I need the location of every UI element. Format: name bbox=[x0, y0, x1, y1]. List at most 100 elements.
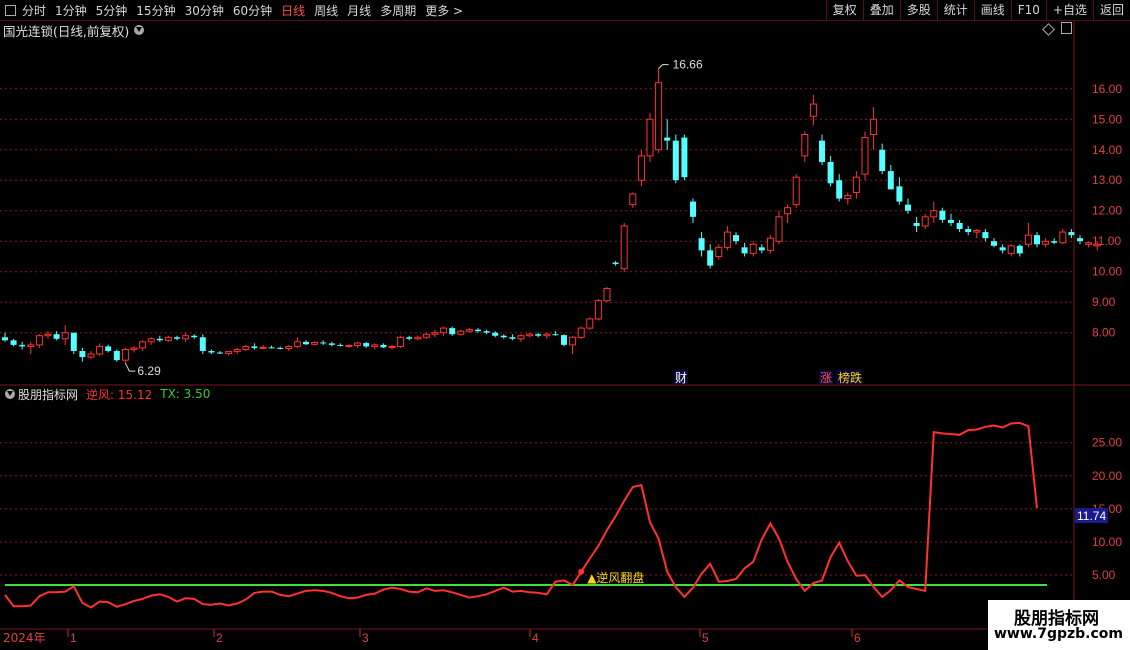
candle-body-down bbox=[552, 334, 559, 336]
watermark: 股朋指标网 www.7gpzb.com bbox=[988, 600, 1130, 650]
candle-body-up bbox=[121, 348, 129, 361]
candle-body-up bbox=[973, 230, 981, 233]
candle-body-up bbox=[1007, 245, 1015, 254]
candle-body-up bbox=[87, 353, 95, 358]
candle-body-up bbox=[749, 243, 757, 254]
signal-label: ▲逆风翻盘 bbox=[587, 570, 644, 585]
candle-body-up bbox=[930, 210, 938, 218]
candle-body-down bbox=[475, 329, 481, 332]
candle-body-down bbox=[741, 247, 748, 254]
candle-body-down bbox=[836, 180, 843, 199]
candle-body-down bbox=[664, 137, 671, 141]
month-label: 2 bbox=[216, 631, 223, 645]
candle-body-down bbox=[156, 338, 163, 341]
tag-bangdie: 榜跌 bbox=[838, 370, 862, 385]
max-price-label: 16.66 bbox=[673, 58, 703, 72]
candle-body-down bbox=[535, 334, 542, 336]
candle-body-up bbox=[1059, 231, 1067, 244]
candle-body-up bbox=[921, 216, 929, 227]
candle-body-up bbox=[44, 333, 52, 337]
month-label: 3 bbox=[362, 631, 369, 645]
candle-body-down bbox=[79, 350, 86, 358]
candle-body-up bbox=[637, 155, 645, 181]
candle-body-down bbox=[1068, 232, 1075, 236]
candle-body-up bbox=[371, 344, 379, 347]
candle-body-down bbox=[277, 347, 284, 349]
min-price-label: 6.29 bbox=[137, 364, 161, 378]
candle-body-up bbox=[465, 329, 473, 332]
price-tick-label: 13.00 bbox=[1092, 173, 1122, 187]
candle-body-up bbox=[577, 327, 585, 338]
candle-body-down bbox=[492, 332, 499, 336]
candle-body-up bbox=[457, 330, 465, 335]
candle-body-down bbox=[612, 262, 619, 265]
candle-body-up bbox=[646, 118, 654, 157]
candle-body-up bbox=[182, 335, 190, 340]
candle-body-down bbox=[819, 140, 825, 162]
candle-body-down bbox=[1034, 235, 1040, 245]
candle-body-up bbox=[311, 341, 319, 345]
tag-zhang: 涨 bbox=[820, 370, 832, 385]
candle-body-up bbox=[784, 207, 792, 215]
candle-body-down bbox=[913, 222, 920, 226]
candle-body-up bbox=[233, 348, 241, 353]
candle-body-down bbox=[887, 171, 894, 190]
indicator-tick-label: 20.00 bbox=[1092, 469, 1122, 483]
candle-body-up bbox=[242, 345, 250, 350]
candle-body-down bbox=[380, 344, 387, 348]
candle-body-down bbox=[2, 337, 8, 341]
candle-body-down bbox=[896, 186, 903, 202]
candle-body-down bbox=[905, 204, 911, 211]
candle-body-up bbox=[27, 344, 35, 347]
candle-body-up bbox=[801, 134, 809, 157]
price-tick-label: 8.00 bbox=[1092, 326, 1116, 340]
candle-body-up bbox=[96, 345, 104, 355]
candle-body-up bbox=[139, 341, 147, 349]
candle-body-up bbox=[397, 336, 405, 347]
candle-body-up bbox=[414, 336, 422, 340]
month-label: 5 bbox=[702, 631, 709, 645]
price-tick-label: 12.00 bbox=[1092, 204, 1122, 218]
candle-body-down bbox=[758, 247, 765, 251]
year-label: 2024年 bbox=[3, 631, 46, 645]
candle-body-up bbox=[388, 345, 396, 348]
candle-body-up bbox=[586, 318, 594, 329]
candle-body-up bbox=[1024, 234, 1032, 245]
candle-body-down bbox=[939, 210, 946, 220]
candle-body-up bbox=[861, 137, 869, 175]
price-tick-label: 15.00 bbox=[1092, 112, 1122, 126]
candle-body-up bbox=[629, 193, 637, 206]
candle-body-up bbox=[61, 332, 69, 340]
candle-body-up bbox=[1042, 240, 1050, 245]
candle-body-down bbox=[1077, 238, 1083, 242]
candle-body-up bbox=[715, 246, 723, 257]
max-price-pointer bbox=[658, 64, 669, 70]
candle-body-down bbox=[879, 149, 886, 172]
candle-body-up bbox=[844, 194, 852, 200]
candle-body-up bbox=[809, 103, 817, 117]
candle-body-up bbox=[1085, 242, 1093, 245]
candle-body-up bbox=[792, 176, 800, 206]
candle-body-down bbox=[10, 340, 17, 345]
candle-body-down bbox=[948, 219, 954, 223]
candle-body-down bbox=[965, 229, 972, 233]
candle-body-down bbox=[672, 140, 679, 181]
month-label: 4 bbox=[532, 631, 539, 645]
price-tick-label: 16.00 bbox=[1092, 82, 1122, 96]
candle-body-down bbox=[328, 343, 335, 345]
indicator-tick-label: 5.00 bbox=[1092, 568, 1116, 582]
candle-body-down bbox=[199, 337, 206, 351]
candle-body-down bbox=[105, 346, 112, 351]
candle-body-down bbox=[561, 335, 567, 345]
candle-body-down bbox=[698, 238, 705, 251]
candle-body-down bbox=[337, 344, 344, 346]
candle-body-down bbox=[956, 222, 963, 230]
candle-body-down bbox=[53, 334, 60, 339]
candle-body-up bbox=[35, 335, 43, 346]
kline-chart[interactable]: 16.0015.0014.0013.0012.0011.0010.009.008… bbox=[0, 0, 1130, 650]
candle-body-up bbox=[775, 216, 783, 242]
candle-body-down bbox=[681, 137, 688, 178]
indicator-tick-label: 10.00 bbox=[1092, 535, 1122, 549]
signal-dot bbox=[578, 568, 585, 575]
tag-cai: 财 bbox=[675, 371, 687, 385]
